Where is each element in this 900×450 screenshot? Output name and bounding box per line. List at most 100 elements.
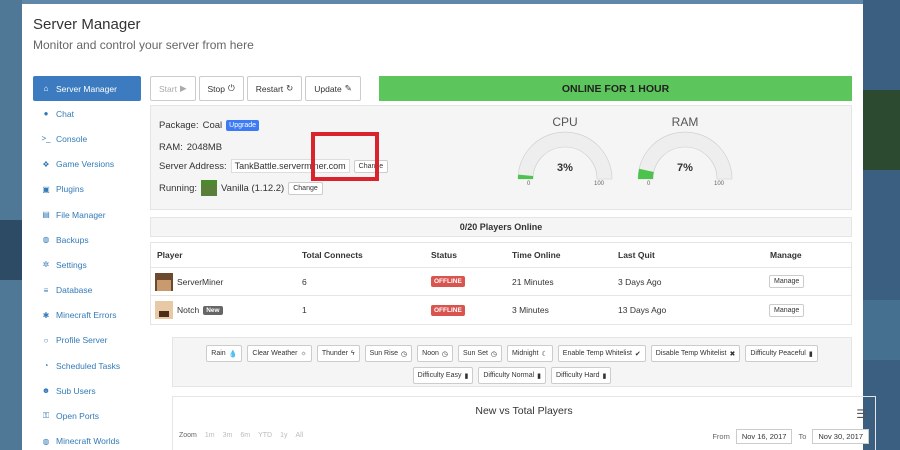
book-icon: ▮ <box>464 372 469 380</box>
zoom-option-3m[interactable]: 3m <box>223 432 233 439</box>
cubes-icon: ❖ <box>42 159 50 169</box>
zoom-option-1m[interactable]: 1m <box>205 432 215 439</box>
cpu-gauge-max: 100 <box>593 181 604 187</box>
clock-icon: ◷ <box>401 350 408 358</box>
start-button[interactable]: Start ▶ <box>150 76 196 101</box>
avatar <box>155 272 173 291</box>
sidebar-item-label: Sub Users <box>56 385 96 396</box>
database-icon: ≡ <box>43 285 49 295</box>
users-icon: ☻ <box>41 386 51 396</box>
rain-button[interactable]: Rain 💧 <box>206 345 243 362</box>
book-icon: ▮ <box>537 372 542 380</box>
manage-button[interactable]: Manage <box>769 303 805 317</box>
chat-icon: ● <box>43 109 49 119</box>
update-button[interactable]: Update ✎ <box>305 76 361 101</box>
sidebar-item-plugins[interactable]: ▣ Plugins <box>33 177 141 202</box>
manage-button[interactable]: Manage <box>769 275 805 288</box>
sun-rise-button[interactable]: Sun Rise ◷ <box>364 345 413 362</box>
sidebar-item-label: Minecraft Worlds <box>56 436 120 447</box>
difficulty-easy-button[interactable]: Difficulty Easy ▮ <box>412 367 474 384</box>
file-icon: ▤ <box>42 210 50 220</box>
button-label: Clear Weather <box>252 350 298 357</box>
sidebar-item-minecraft-worlds[interactable]: ◍ Minecraft Worlds <box>33 429 141 450</box>
status-cell: OFFLINE <box>431 268 465 295</box>
noon-button[interactable]: Noon ◷ <box>417 345 453 362</box>
difficulty-hard-button[interactable]: Difficulty Hard ▮ <box>551 367 612 384</box>
zoom-option-ytd[interactable]: YTD <box>258 432 272 439</box>
cpu-gauge: CPU 3% 0 100 <box>515 115 615 195</box>
sidebar-item-console[interactable]: >_ Console <box>33 126 141 151</box>
status-cell: OFFLINE <box>431 296 465 324</box>
zoom-option-1y[interactable]: 1y <box>280 432 287 439</box>
players-online-heading: 0/20 Players Online <box>150 217 852 237</box>
disable-temp-whitelist-button[interactable]: Disable Temp Whitelist ✖ <box>650 345 741 362</box>
time-online-cell: 3 Minutes <box>512 305 549 315</box>
unlock-icon: ⚿ <box>42 411 50 421</box>
sun-icon: ☼ <box>300 350 307 357</box>
background-block <box>863 300 900 360</box>
sidebar-item-chat[interactable]: ● Chat <box>33 101 141 126</box>
main-panel: Server Manager Monitor and control your … <box>22 4 876 450</box>
sidebar-item-minecraft-errors[interactable]: ✱ Minecraft Errors <box>33 303 141 328</box>
package-row: Package: Coal Upgrade <box>159 120 260 131</box>
sidebar-item-label: Scheduled Tasks <box>56 360 121 371</box>
close-icon: ✖ <box>729 350 736 358</box>
sidebar-item-scheduled-tasks[interactable]: ◔ Scheduled Tasks <box>33 353 141 378</box>
clock-icon: ◷ <box>441 350 448 358</box>
midnight-button[interactable]: Midnight ☾ <box>507 345 553 362</box>
column-header-time-online: Time Online <box>512 250 561 260</box>
connects-cell: 1 <box>302 305 307 315</box>
difficulty-peaceful-button[interactable]: Difficulty Peaceful ▮ <box>745 345 818 362</box>
sidebar-item-profile-server[interactable]: ○ Profile Server <box>33 328 141 353</box>
thunder-button[interactable]: Thunder ϟ <box>316 345 360 362</box>
highlight-box <box>311 132 379 181</box>
change-version-button[interactable]: Change <box>288 181 323 195</box>
background-block <box>0 220 22 280</box>
power-icon: ⏻ <box>228 83 235 93</box>
players-chart: New vs Total Players ☰ Zoom 1m 3m 6m YTD 1y A… <box>172 396 876 450</box>
last-quit-cell: 3 Days Ago <box>618 276 662 287</box>
sidebar-item-label: Profile Server <box>56 335 108 346</box>
book-icon: ▮ <box>808 350 813 358</box>
zoom-label: Zoom <box>179 432 197 439</box>
cpu-gauge-arc <box>517 131 613 180</box>
globe-icon: ◍ <box>42 436 50 446</box>
sidebar-item-file-manager[interactable]: ▤ File Manager <box>33 202 141 227</box>
sidebar-item-database[interactable]: ≡ Database <box>33 278 141 303</box>
sidebar-item-settings[interactable]: ✲ Settings <box>33 252 141 277</box>
table-header-row: Player Total Connects Status Time Online… <box>151 243 851 268</box>
player-name: ServerMiner <box>177 276 224 287</box>
sidebar-item-open-ports[interactable]: ⚿ Open Ports <box>33 403 141 428</box>
restart-button[interactable]: Restart ↻ <box>246 76 303 101</box>
sidebar-item-sub-users[interactable]: ☻ Sub Users <box>33 378 141 403</box>
ram-label: RAM: <box>159 142 183 153</box>
from-label: From <box>712 432 730 441</box>
sidebar-item-game-versions[interactable]: ❖ Game Versions <box>33 152 141 177</box>
stop-button[interactable]: Stop ⏻ <box>198 76 244 101</box>
zoom-option-all[interactable]: All <box>296 432 304 439</box>
connects-cell: 6 <box>302 276 307 287</box>
menu-icon[interactable]: ☰ <box>856 407 867 421</box>
plugin-icon: ▣ <box>42 184 50 194</box>
enable-temp-whitelist-button[interactable]: Enable Temp Whitelist ✔ <box>557 345 646 362</box>
sun-set-button[interactable]: Sun Set ◷ <box>458 345 503 362</box>
sidebar: ⌂ Server Manager ● Chat >_ Console ❖ Game Versi… <box>33 76 141 450</box>
sidebar-item-label: Minecraft Errors <box>56 310 117 321</box>
zoom-option-6m[interactable]: 6m <box>240 432 250 439</box>
button-label: Disable Temp Whitelist <box>655 350 727 357</box>
sidebar-item-backups[interactable]: ◍ Backups <box>33 227 141 252</box>
clear-weather-button[interactable]: Clear Weather ☼ <box>247 345 312 362</box>
difficulty-normal-button[interactable]: Difficulty Normal ▮ <box>478 367 547 384</box>
upgrade-button[interactable]: Upgrade <box>226 120 260 131</box>
from-date-input[interactable]: Nov 16, 2017 <box>735 429 793 444</box>
column-header-manage: Manage <box>770 250 802 260</box>
moon-icon: ☾ <box>541 350 548 358</box>
terminal-icon: >_ <box>41 134 51 144</box>
button-label: Sun Rise <box>369 350 399 357</box>
manage-cell: Manage <box>769 268 805 295</box>
cpu-gauge-title: CPU <box>552 115 578 129</box>
to-date-input[interactable]: Nov 30, 2017 <box>812 429 869 444</box>
sidebar-item-server-manager[interactable]: ⌂ Server Manager <box>33 76 141 102</box>
player-cell: ServerMiner <box>155 268 223 295</box>
grass-block-icon <box>201 180 218 196</box>
